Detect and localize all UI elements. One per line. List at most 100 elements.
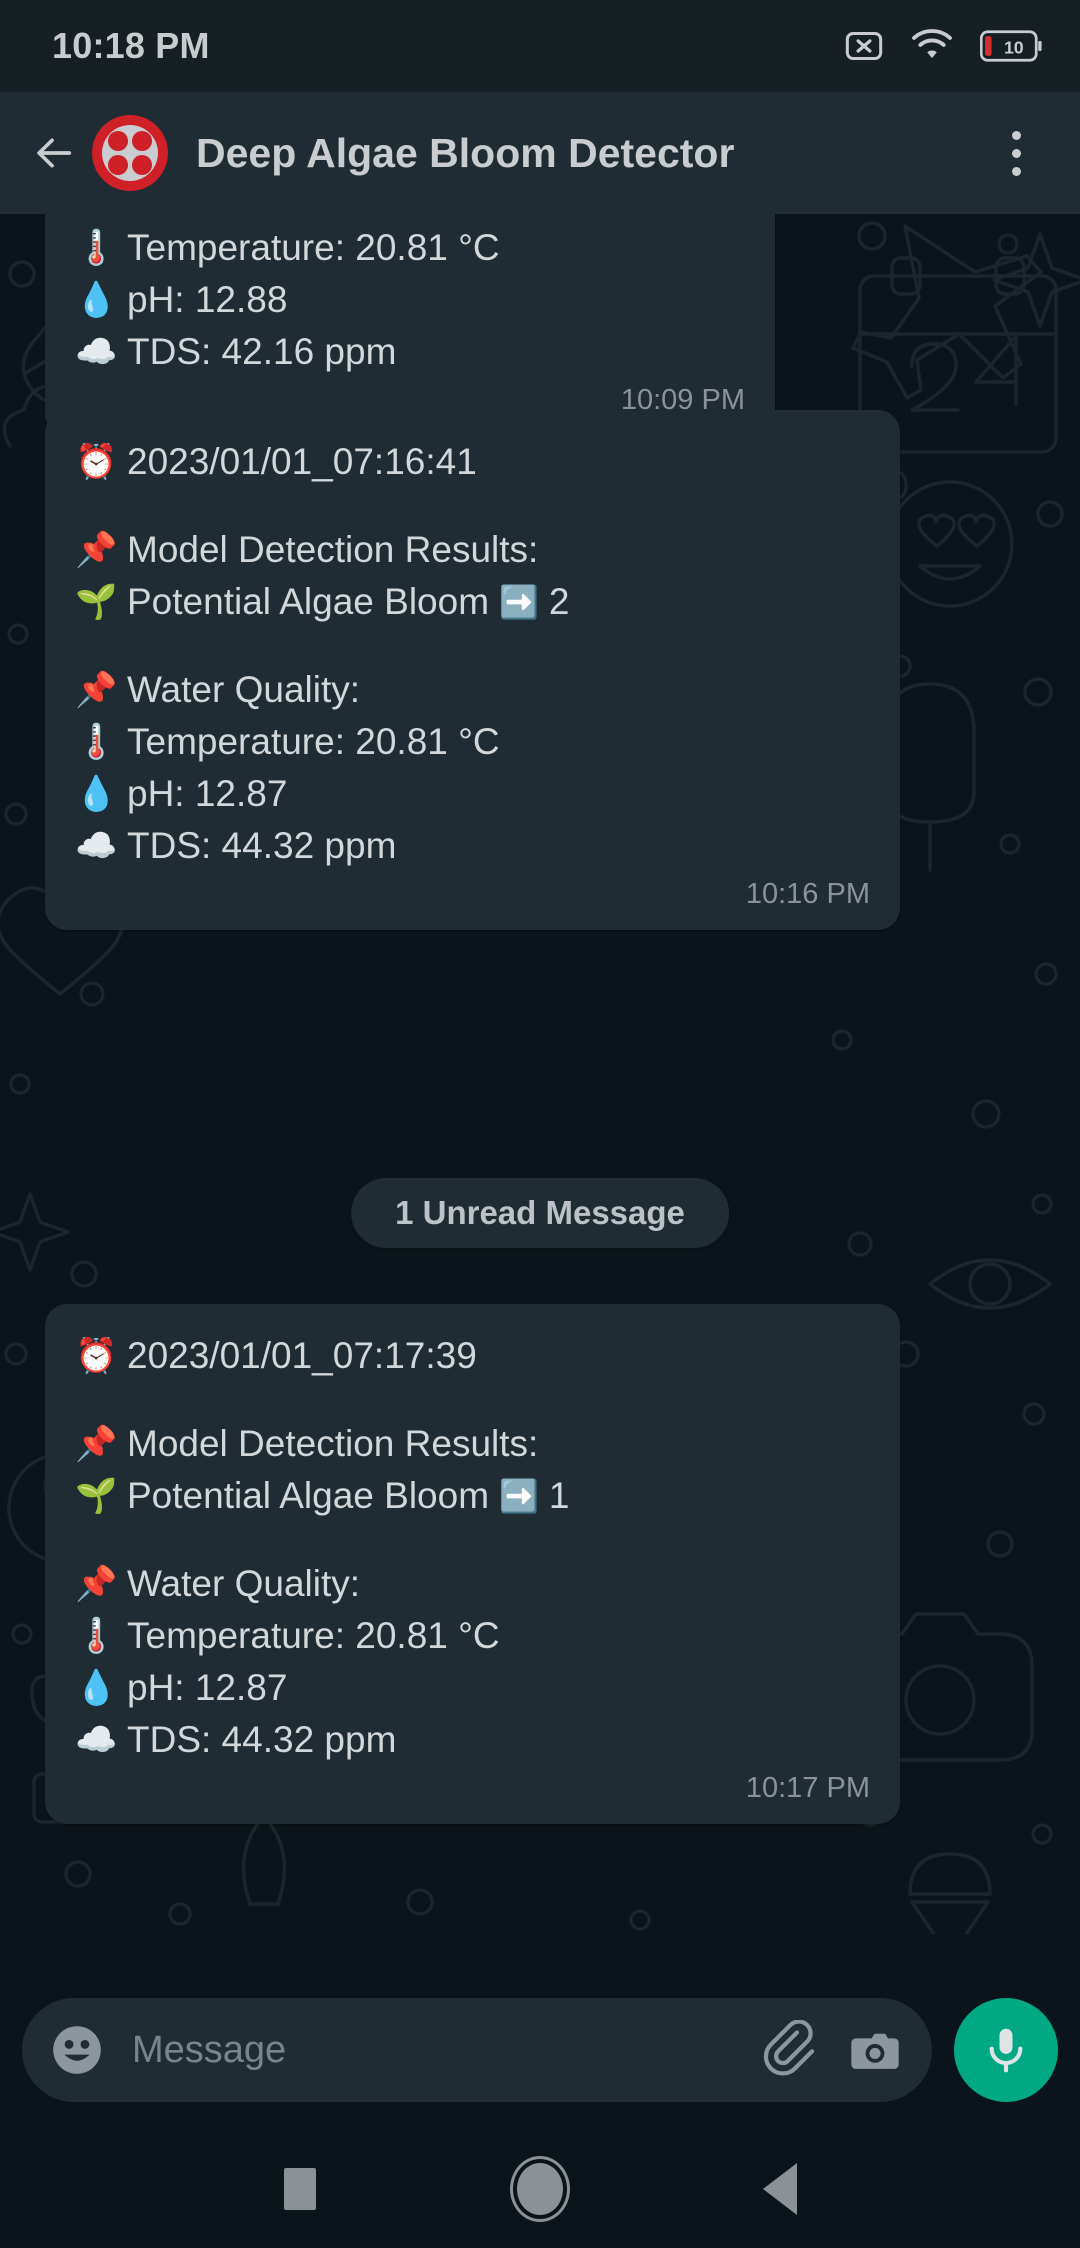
detection-header-line: 📌 Model Detection Results: — [75, 1418, 870, 1470]
droplet-icon: 💧 — [75, 775, 118, 813]
right-arrow-icon: ➡️ — [499, 584, 539, 620]
droplet-icon: 💧 — [75, 281, 118, 319]
voice-record-button[interactable] — [954, 1998, 1058, 2102]
seedling-icon: 🌱 — [75, 1477, 118, 1515]
message-line: ☁️ TDS: 42.16 ppm — [75, 326, 745, 378]
status-bar: 10:18 PM 10 — [0, 0, 1080, 92]
overflow-menu-button[interactable] — [988, 118, 1044, 188]
message-line: 🌡️ Temperature: 20.81 °C — [75, 222, 745, 274]
home-circle-icon — [517, 2163, 563, 2215]
message-bubble[interactable]: ⏰ 2023/01/01_07:17:39 📌 Model Detection … — [45, 1304, 900, 1824]
pushpin-icon: 📌 — [75, 531, 118, 569]
cloud-icon: ☁️ — [75, 827, 118, 865]
water-quality-header-line: 📌 Water Quality: — [75, 1558, 870, 1610]
page-title[interactable]: Deep Algae Bloom Detector — [196, 130, 988, 177]
line-spacer — [75, 1382, 870, 1418]
pushpin-icon: 📌 — [75, 1565, 118, 1603]
message-text: Temperature: 20.81 °C — [127, 1615, 500, 1656]
contact-avatar[interactable] — [92, 115, 168, 191]
android-navigation-bar — [0, 2130, 1080, 2248]
cloud-icon: ☁️ — [75, 1721, 118, 1759]
message-line: 💧 pH: 12.88 — [75, 274, 745, 326]
message-datetime-line: ⏰ 2023/01/01_07:16:41 — [75, 436, 870, 488]
cloud-icon: ☁️ — [75, 333, 118, 371]
line-spacer — [75, 488, 870, 524]
avatar-dot-3 — [108, 155, 128, 175]
microphone-icon — [989, 2028, 1023, 2073]
droplet-icon: 💧 — [75, 1669, 118, 1707]
back-button[interactable] — [22, 121, 86, 185]
message-input-pill[interactable] — [22, 1998, 932, 2102]
message-text: Temperature: 20.81 °C — [127, 721, 500, 762]
detection-header-text: Model Detection Results: — [127, 1423, 539, 1464]
line-spacer — [75, 628, 870, 664]
thermometer-icon: 🌡️ — [75, 1617, 118, 1655]
message-line: ☁️ TDS: 44.32 ppm — [75, 820, 870, 872]
message-bubble[interactable]: 🌡️ Temperature: 20.81 °C 💧 pH: 12.88 ☁️ … — [45, 214, 775, 436]
message-text: TDS: 42.16 ppm — [127, 331, 397, 372]
detection-result-count: 2 — [548, 581, 570, 622]
battery-icon: 10 — [980, 30, 1042, 62]
pushpin-icon: 📌 — [75, 671, 118, 709]
back-triangle-icon — [763, 2163, 797, 2215]
water-quality-header-text: Water Quality: — [127, 1563, 361, 1604]
message-bubble[interactable]: ⏰ 2023/01/01_07:16:41 📌 Model Detection … — [45, 410, 900, 930]
message-text: TDS: 44.32 ppm — [127, 1719, 397, 1760]
message-line: 💧 pH: 12.87 — [75, 768, 870, 820]
whatsapp-chat-screen: 10:18 PM 10 Deep Algae Bloom Detector 🌡️… — [0, 0, 1080, 2248]
chat-message-area[interactable]: 🌡️ Temperature: 20.81 °C 💧 pH: 12.88 ☁️ … — [0, 214, 1080, 1970]
alarm-clock-icon: ⏰ — [75, 1337, 118, 1375]
app-bar: Deep Algae Bloom Detector — [0, 92, 1080, 214]
thermometer-icon: 🌡️ — [75, 229, 118, 267]
message-datetime-line: ⏰ 2023/01/01_07:17:39 — [75, 1330, 870, 1382]
message-text: pH: 12.88 — [127, 279, 288, 320]
message-line: 🌡️ Temperature: 20.81 °C — [75, 1610, 870, 1662]
water-quality-header-text: Water Quality: — [127, 669, 361, 710]
message-input-bar — [0, 1970, 1080, 2130]
detection-result-line: 🌱 Potential Algae Bloom ➡️ 2 — [75, 576, 870, 628]
message-text: pH: 12.87 — [127, 1667, 288, 1708]
chat-scroll-container[interactable]: 🌡️ Temperature: 20.81 °C 💧 pH: 12.88 ☁️ … — [0, 214, 1080, 1970]
emoji-smiley-icon[interactable] — [48, 2021, 106, 2079]
unread-message-divider: 1 Unread Message — [351, 1178, 729, 1248]
message-line: 🌡️ Temperature: 20.81 °C — [75, 716, 870, 768]
message-timestamp: 10:16 PM — [745, 878, 870, 910]
water-quality-header-line: 📌 Water Quality: — [75, 664, 870, 716]
recents-square-icon — [284, 2168, 316, 2210]
pushpin-icon: 📌 — [75, 1425, 118, 1463]
alarm-clock-icon: ⏰ — [75, 443, 118, 481]
avatar-inner-disc — [102, 125, 158, 181]
message-datetime-text: 2023/01/01_07:16:41 — [127, 441, 477, 482]
detection-result-count: 1 — [548, 1475, 570, 1516]
message-timestamp: 10:17 PM — [745, 1772, 870, 1804]
detection-header-line: 📌 Model Detection Results: — [75, 524, 870, 576]
message-datetime-text: 2023/01/01_07:17:39 — [127, 1335, 477, 1376]
right-arrow-icon: ➡️ — [499, 1478, 539, 1514]
avatar-dot-4 — [132, 155, 152, 175]
recents-button[interactable] — [255, 2144, 345, 2234]
message-line: 💧 pH: 12.87 — [75, 1662, 870, 1714]
avatar-dot-2 — [132, 131, 152, 151]
battery-level-text: 10 — [1004, 38, 1024, 58]
status-icons: 10 — [844, 29, 1042, 63]
overflow-menu-icon-dot3 — [1011, 166, 1021, 176]
search-input[interactable] — [106, 2028, 738, 2072]
status-clock: 10:18 PM — [52, 25, 210, 66]
detection-result-line: 🌱 Potential Algae Bloom ➡️ 1 — [75, 1470, 870, 1522]
no-sim-icon — [844, 29, 884, 63]
message-text: Temperature: 20.81 °C — [127, 227, 500, 268]
thermometer-icon: 🌡️ — [75, 723, 118, 761]
detection-result-label: Potential Algae Bloom — [127, 1475, 490, 1516]
message-text: TDS: 44.32 ppm — [127, 825, 397, 866]
paperclip-icon[interactable] — [760, 2019, 822, 2081]
avatar-dot-1 — [108, 131, 128, 151]
detection-result-label: Potential Algae Bloom — [127, 581, 490, 622]
overflow-menu-icon-dot2 — [1011, 148, 1021, 158]
overflow-menu-icon — [1011, 130, 1021, 140]
detection-header-text: Model Detection Results: — [127, 529, 539, 570]
home-button[interactable] — [495, 2144, 585, 2234]
camera-icon[interactable] — [844, 2019, 906, 2081]
line-spacer — [75, 1522, 870, 1558]
back-button-nav[interactable] — [735, 2144, 825, 2234]
wifi-icon — [910, 29, 954, 63]
